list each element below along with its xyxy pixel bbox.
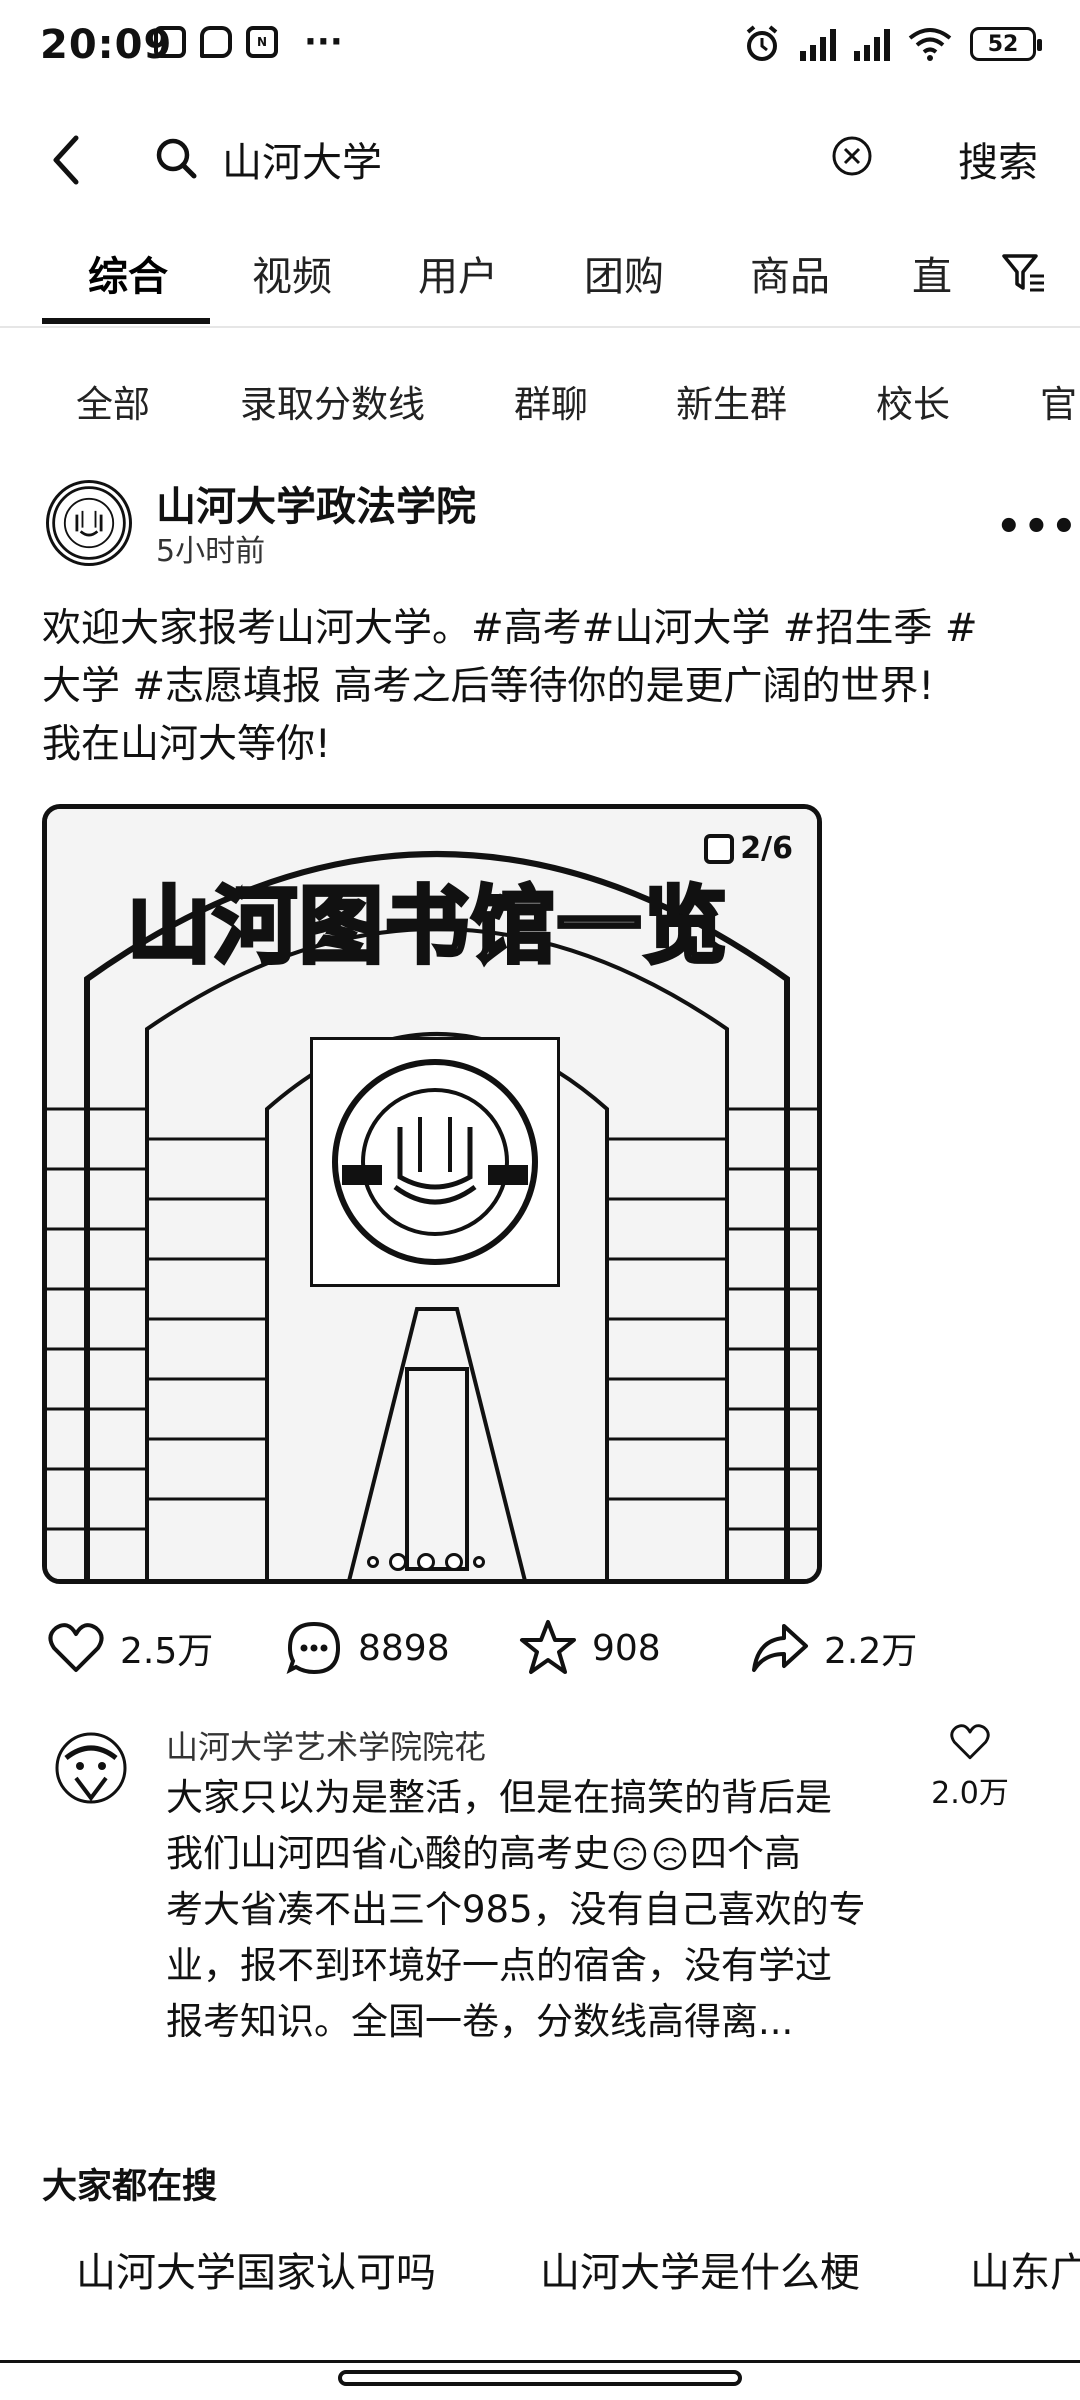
post-time: 5小时前 (156, 534, 266, 569)
page-dot (473, 1556, 485, 1568)
search-button[interactable]: 搜索 (958, 130, 1038, 188)
university-logo (310, 1037, 560, 1287)
trending-item[interactable]: 山东广 (970, 2240, 1080, 2298)
author-avatar[interactable] (46, 480, 132, 566)
battery-icon: 52 (970, 27, 1042, 61)
tab-products[interactable]: 商品 (750, 244, 830, 302)
commenter-avatar[interactable] (46, 1728, 136, 1818)
logo-seal (332, 1059, 538, 1265)
crying-emoji-icon (613, 1837, 647, 1871)
status-right-icons: 52 (742, 24, 1042, 64)
back-button[interactable] (42, 130, 98, 190)
commenter-name[interactable]: 山河大学艺术学院院花 (166, 1722, 486, 1768)
chip-freshman-group[interactable]: 新生群 (676, 374, 787, 428)
heart-icon (48, 1623, 104, 1672)
page-dot-active (389, 1553, 407, 1571)
home-indicator[interactable] (338, 2370, 742, 2386)
clear-search-icon[interactable] (830, 134, 874, 178)
search-input[interactable]: 山河大学 (222, 130, 382, 188)
wifi-icon (908, 28, 952, 61)
trending-title: 大家都在搜 (42, 2167, 218, 2207)
tab-users[interactable]: 用户 (418, 244, 498, 302)
comment-text: 大家只以为是整活，但是在搞笑的背后是 我们山河四省心酸的高考史 四个高 考大省凑… (166, 1770, 886, 2050)
post-actions: 2.5万 8898 908 2.2万 (0, 1612, 1080, 1692)
filter-icon[interactable] (1000, 250, 1046, 296)
image-counter: 2/6 (704, 831, 793, 866)
gallery-icon (704, 833, 735, 864)
sim-icon (154, 26, 186, 58)
trending-item[interactable]: 山河大学国家认可吗 (76, 2240, 436, 2298)
comment-line-2: 我们山河四省心酸的高考史 四个高 (166, 1826, 886, 1882)
comment-line-2b: 四个高 (690, 1832, 801, 1875)
page-dot (445, 1553, 463, 1571)
bottom-divider (0, 2360, 1080, 2363)
share-button[interactable]: 2.2万 (750, 1618, 917, 1678)
share-icon (752, 1624, 808, 1672)
tab-comprehensive[interactable]: 综合 (88, 244, 168, 302)
tab-group-buy[interactable]: 团购 (584, 244, 664, 302)
tab-video[interactable]: 视频 (252, 244, 332, 302)
status-left-icons: N ··· (154, 22, 343, 62)
author-name[interactable]: 山河大学政法学院 (156, 474, 476, 532)
tabs-divider (0, 326, 1080, 328)
post-text-line-2: 大学 #志愿填报 高考之后等待你的是更广阔的世界! (42, 664, 935, 709)
comment-line-4: 业，报不到环境好一点的宿舍，没有学过 (166, 1944, 832, 1987)
post-text-line-1: 欢迎大家报考山河大学。#高考#山河大学 #招生季 # (42, 606, 978, 651)
page-dot (417, 1553, 435, 1571)
alarm-icon (746, 25, 778, 61)
chip-group-chat[interactable]: 群聊 (514, 374, 588, 428)
chip-official[interactable]: 官 (1040, 374, 1077, 428)
filter-chips: 全部 录取分数线 群聊 新生群 校长 官 (0, 370, 1080, 440)
message-icon (200, 26, 232, 58)
status-time: 20:09 (40, 22, 173, 68)
image-title: 山河图书馆一览 (125, 875, 730, 977)
like-button[interactable]: 2.5万 (46, 1618, 213, 1678)
trending-searches: 山河大学国家认可吗 山河大学是什么梗 山东广 (0, 2236, 1080, 2316)
page-dot (367, 1556, 379, 1568)
image-pagination (367, 1553, 485, 1571)
comment-line-2a: 我们山河四省心酸的高考史 (166, 1832, 610, 1875)
trending-item[interactable]: 山河大学是什么梗 (540, 2240, 860, 2298)
post-image[interactable]: 山河图书馆一览 2/6 (42, 804, 822, 1584)
chip-all[interactable]: 全部 (76, 374, 150, 428)
chip-president[interactable]: 校长 (876, 374, 950, 428)
search-icon (156, 138, 197, 179)
result-tabs: 综合 视频 用户 团购 商品 直 (0, 236, 1080, 326)
favorite-count: 908 (592, 1627, 661, 1669)
star-icon (520, 1620, 576, 1674)
favorite-button[interactable]: 908 (518, 1618, 661, 1678)
post-header: 山河大学政法学院 5小时前 ••• (0, 460, 1080, 570)
more-notifications-icon: ··· (304, 22, 343, 62)
chip-admission-score[interactable]: 录取分数线 (240, 374, 425, 428)
comment-button[interactable]: 8898 (284, 1618, 450, 1678)
share-count: 2.2万 (824, 1631, 918, 1672)
comment-line-5: 报考知识。全国一卷，分数线高得离... (166, 2000, 794, 2043)
signal-icon (854, 27, 890, 61)
search-bar: 山河大学 搜索 (0, 110, 1080, 210)
post-text-line-3: 我在山河大等你! (42, 722, 331, 767)
comment-icon (286, 1621, 341, 1675)
comment-count: 8898 (358, 1627, 450, 1669)
comment-like-button[interactable]: 2.0万 (920, 1722, 1020, 1812)
comment-line-3: 考大省凑不出三个985，没有自己喜欢的专 (166, 1888, 866, 1931)
nfc-icon: N (246, 26, 278, 58)
status-bar: 20:09 N ··· 52 (0, 0, 1080, 96)
like-count: 2.5万 (120, 1631, 214, 1672)
active-tab-indicator (42, 318, 210, 324)
more-options-icon[interactable]: ••• (996, 504, 1079, 550)
comment-line-1: 大家只以为是整活，但是在搞笑的背后是 (166, 1776, 832, 1819)
crying-emoji-icon (653, 1837, 687, 1871)
post-text: 欢迎大家报考山河大学。#高考#山河大学 #招生季 # 大学 #志愿填报 高考之后… (42, 600, 1042, 774)
tab-live[interactable]: 直 (912, 244, 952, 302)
comment-like-count: 2.0万 (931, 1776, 1009, 1811)
top-comment: 山河大学艺术学院院花 大家只以为是整活，但是在搞笑的背后是 我们山河四省心酸的高… (0, 1720, 1080, 2060)
signal-hd-icon (800, 27, 836, 61)
image-counter-text: 2/6 (740, 831, 793, 866)
heart-icon (950, 1724, 990, 1760)
